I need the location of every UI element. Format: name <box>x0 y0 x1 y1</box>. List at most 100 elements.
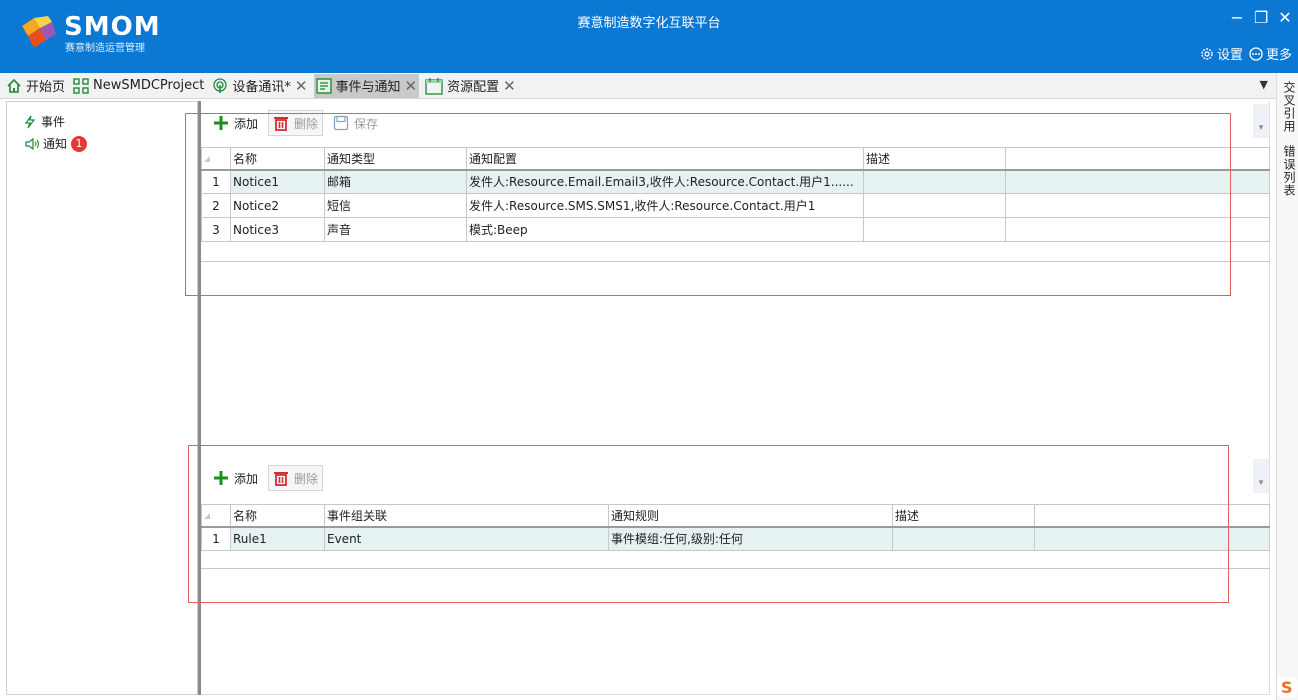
calendar-icon <box>425 77 443 95</box>
tab-close-icon[interactable]: ✕ <box>503 77 516 95</box>
tab-project[interactable]: NewSMDCProject <box>71 74 206 98</box>
speaker-icon <box>25 137 40 150</box>
cell-name[interactable]: Notice3 <box>230 217 325 242</box>
notice-scroll-handle[interactable]: ▾ <box>1253 104 1269 138</box>
row-number-header <box>201 147 231 171</box>
tab-label: 资源配置 <box>447 80 500 95</box>
more-link[interactable]: 更多 <box>1266 44 1292 63</box>
table-row[interactable]: 1 Rule1 Event 事件模组:任何,级别:任何 <box>201 526 1270 551</box>
cell-name[interactable]: Notice2 <box>230 193 325 218</box>
cell-desc[interactable] <box>892 526 1035 551</box>
cell-type[interactable]: 短信 <box>324 193 467 218</box>
tab-label: NewSMDCProject <box>93 78 205 93</box>
cell-config[interactable]: 模式:Beep <box>466 217 864 242</box>
table-row[interactable]: 3 Notice3 声音 模式:Beep <box>201 217 1270 242</box>
maximize-button[interactable]: ❐ <box>1254 10 1268 26</box>
rule-table: 名称 事件组关联 通知规则 描述 1 Rule1 Event 事件模组:任何,级… <box>201 504 1270 551</box>
right-side-strip: 交叉引用 错误列表 <box>1276 73 1298 700</box>
rule-table-bottom <box>201 568 1270 569</box>
notice-table: 名称 通知类型 通知配置 描述 1 Notice1 邮箱 发件人:Resourc… <box>201 147 1270 242</box>
tree-item-label: 通知 <box>43 137 68 151</box>
more-icon[interactable] <box>1249 46 1263 61</box>
notice-table-bottom <box>201 261 1270 262</box>
row-number: 3 <box>201 217 231 242</box>
top-links: 设置 更多 <box>1200 44 1292 63</box>
filler-header <box>1034 504 1270 528</box>
column-header[interactable]: 名称 <box>230 147 325 171</box>
delete-label: 删除 <box>294 116 319 131</box>
cell-filler <box>1005 193 1270 218</box>
notice-add-button[interactable]: 添加 <box>209 110 262 136</box>
tab-resource-config[interactable]: 资源配置 ✕ <box>423 74 518 98</box>
cell-desc[interactable] <box>863 169 1006 194</box>
rule-add-button[interactable]: 添加 <box>209 465 262 491</box>
input-method-icon[interactable]: S <box>1276 676 1298 698</box>
column-header[interactable]: 通知配置 <box>466 147 864 171</box>
column-header[interactable]: 事件组关联 <box>324 504 609 528</box>
column-header[interactable]: 通知规则 <box>608 504 893 528</box>
window-controls: − ❐ ✕ <box>1230 10 1292 26</box>
cell-type[interactable]: 声音 <box>324 217 467 242</box>
trash-icon <box>274 472 289 486</box>
cell-config[interactable]: 发件人:Resource.Email.Email3,收件人:Resource.C… <box>466 169 864 194</box>
column-header[interactable]: 描述 <box>892 504 1035 528</box>
cell-name[interactable]: Rule1 <box>230 526 325 551</box>
column-header[interactable]: 名称 <box>230 504 325 528</box>
lightning-icon <box>24 115 36 128</box>
notice-save-button[interactable]: 保存 <box>329 110 382 136</box>
row-number-header <box>201 504 231 528</box>
event-notice-icon <box>315 77 332 94</box>
cell-desc[interactable] <box>863 217 1006 242</box>
trash-icon <box>274 117 289 131</box>
signal-icon <box>213 77 228 93</box>
cell-name[interactable]: Notice1 <box>230 169 325 194</box>
plus-icon <box>214 116 228 130</box>
settings-link[interactable]: 设置 <box>1217 44 1243 63</box>
tab-label: 设备通讯* <box>232 80 291 95</box>
tree-item-event[interactable]: 事件 <box>23 113 65 130</box>
tree-item-notice[interactable]: 通知 1 <box>25 135 88 152</box>
tab-close-icon[interactable]: ✕ <box>295 77 308 95</box>
plus-icon <box>214 471 228 485</box>
gear-icon[interactable] <box>1200 47 1214 61</box>
tab-event-notice[interactable]: 事件与通知 ✕ <box>313 73 420 98</box>
logo-subtitle: 赛意制造运营管理 <box>65 43 145 54</box>
minimize-button[interactable]: − <box>1230 10 1244 26</box>
table-row[interactable]: 1 Notice1 邮箱 发件人:Resource.Email.Email3,收… <box>201 169 1270 194</box>
row-number: 1 <box>201 526 231 551</box>
save-label: 保存 <box>354 116 379 131</box>
notice-delete-button[interactable]: 删除 <box>268 110 324 136</box>
column-header[interactable]: 通知类型 <box>324 147 467 171</box>
cell-rule[interactable]: 事件模组:任何,级别:任何 <box>608 526 893 551</box>
tab-label: 事件与通知 <box>335 80 401 95</box>
table-row[interactable]: 2 Notice2 短信 发件人:Resource.SMS.SMS1,收件人:R… <box>201 193 1270 218</box>
filler-header <box>1005 147 1270 171</box>
notice-count-badge: 1 <box>71 135 88 152</box>
cross-reference-tab[interactable]: 交叉引用 <box>1281 81 1298 133</box>
error-list-tab[interactable]: 错误列表 <box>1281 145 1298 197</box>
cell-filler <box>1034 526 1270 551</box>
cell-type[interactable]: 邮箱 <box>324 169 467 194</box>
cell-event-group[interactable]: Event <box>324 526 609 551</box>
notice-table-header: 名称 通知类型 通知配置 描述 <box>201 147 1270 171</box>
tab-label: 开始页 <box>26 80 66 95</box>
cell-config[interactable]: 发件人:Resource.SMS.SMS1,收件人:Resource.Conta… <box>466 193 864 218</box>
tab-close-icon[interactable]: ✕ <box>405 77 418 95</box>
add-label: 添加 <box>234 116 259 131</box>
main-panel: 添加 删除 保存 ▾ 名称 通知类型 通知配置 描述 1 Notice1 邮箱 … <box>201 101 1270 695</box>
rule-scroll-handle[interactable]: ▾ <box>1253 459 1269 493</box>
save-icon <box>333 115 349 131</box>
rule-delete-button[interactable]: 删除 <box>268 465 324 491</box>
column-header[interactable]: 描述 <box>863 147 1006 171</box>
close-button[interactable]: ✕ <box>1278 10 1292 26</box>
tab-menu-icon[interactable]: ▼ <box>1260 78 1268 91</box>
notice-toolbar: 添加 删除 保存 <box>209 110 388 136</box>
app-title: 赛意制造数字化互联平台 <box>577 16 721 31</box>
tab-device-comm[interactable]: 设备通讯* ✕ <box>210 74 309 98</box>
left-tree-panel: 事件 通知 1 <box>6 101 198 695</box>
tree-item-label: 事件 <box>41 115 66 129</box>
rule-toolbar: 添加 删除 <box>209 465 329 491</box>
tab-start-page[interactable]: 开始页 <box>4 74 67 98</box>
add-label: 添加 <box>234 471 259 486</box>
cell-desc[interactable] <box>863 193 1006 218</box>
